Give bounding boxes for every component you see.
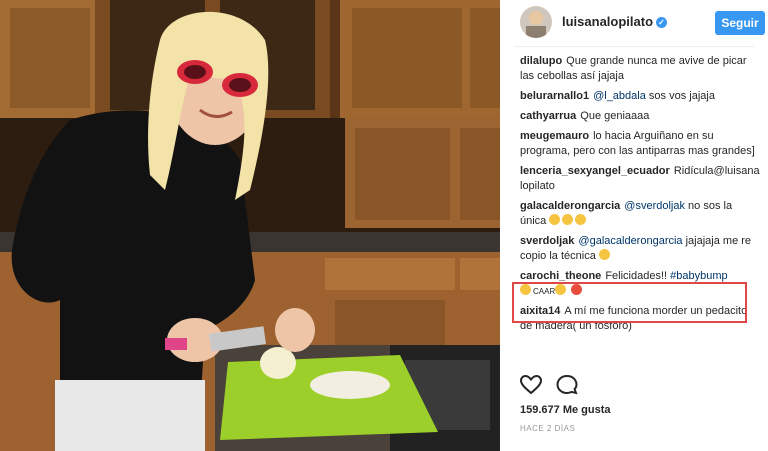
comment-mention[interactable]: @sverdoljak xyxy=(624,200,685,212)
highlighted-comment-box xyxy=(512,282,747,323)
comment-user[interactable]: lenceria_sexyangel_ecuador xyxy=(520,165,670,177)
comment-user[interactable]: sverdoljak xyxy=(520,235,574,247)
verified-badge-icon: ✓ xyxy=(656,17,668,28)
comment: belurarnallo1 @l_abdala sos vos jajaja xyxy=(520,89,756,104)
emoji-icon xyxy=(575,214,587,225)
comment-user[interactable]: belurarnallo1 xyxy=(520,90,589,102)
post-sidebar: luisanalopilato ✓ Seguir dilalupo Que gran… xyxy=(500,0,768,451)
follow-button[interactable]: Seguir xyxy=(715,11,765,35)
comment: cathyarrua Que geniaaaa xyxy=(520,109,756,124)
comment: lenceria_sexyangel_ecuador Ridícula@luisa… xyxy=(520,164,760,194)
comment-text: Que geniaaaa xyxy=(580,110,650,122)
comment: sverdoljak @galacalderongarcia jajajaja m… xyxy=(520,234,756,264)
post-header: luisanalopilato ✓ Seguir xyxy=(500,0,768,46)
emoji-icon xyxy=(549,214,561,225)
comment-user[interactable]: meugemauro xyxy=(520,130,589,142)
header-divider xyxy=(514,46,754,47)
comment-text: sos vos jajaja xyxy=(648,90,715,102)
username-text[interactable]: luisanalopilato xyxy=(562,14,653,29)
comment: meugemauro lo hacia Arguiñano en su progr… xyxy=(520,129,756,159)
comment-user[interactable]: carochi_theone xyxy=(520,270,601,282)
comment-hashtag[interactable]: #babybump xyxy=(670,270,728,282)
comment-mention[interactable]: @l_abdala xyxy=(593,90,646,102)
avatar[interactable] xyxy=(520,6,552,38)
post-photo[interactable] xyxy=(0,0,500,451)
emoji-icon xyxy=(562,214,574,225)
kitchen-photo xyxy=(0,0,500,451)
comment-text: Felicidades!! xyxy=(605,270,668,282)
username[interactable]: luisanalopilato ✓ xyxy=(562,14,668,29)
emoji-icon xyxy=(598,249,610,260)
comment-user[interactable]: dilalupo xyxy=(520,55,562,67)
comment: galacalderongarcia @sverdoljak no sos la … xyxy=(520,199,756,229)
comment-user[interactable]: cathyarrua xyxy=(520,110,576,122)
comment: dilalupo Que grande nunca me avive de pic… xyxy=(520,54,756,84)
post-actions xyxy=(519,374,579,400)
comment-icon[interactable] xyxy=(556,374,579,395)
comment-user[interactable]: galacalderongarcia xyxy=(520,200,620,212)
likes-count[interactable]: 159.677 Me gusta xyxy=(520,404,611,416)
comment-mention[interactable]: @galacalderongarcia xyxy=(578,235,682,247)
post-timestamp: HACE 2 DÍAS xyxy=(520,424,576,433)
heart-icon[interactable] xyxy=(519,374,543,395)
